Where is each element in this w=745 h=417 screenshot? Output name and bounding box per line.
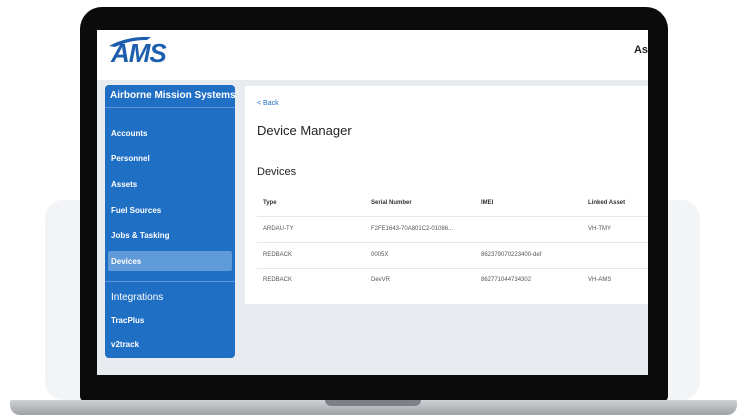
ams-logo[interactable]: AMS (111, 38, 167, 69)
cell-serial-number: DevVR (371, 277, 391, 283)
sidebar-item-assets[interactable]: Assets (111, 180, 137, 189)
sidebar: Airborne Mission Systems Accounts Person… (105, 85, 236, 358)
org-name: Airborne Mission Systems (110, 90, 236, 101)
cell-imei: 862771044734302 (481, 277, 532, 283)
cell-type: REDBACK (263, 252, 293, 258)
user-name[interactable]: As (634, 44, 648, 56)
column-header-linked-asset[interactable]: Linked Asset (588, 200, 625, 206)
sidebar-item-jobs-tasking[interactable]: Jobs & Tasking (111, 231, 170, 240)
page-title: Device Manager (257, 123, 352, 138)
cell-imei: 862379070223400-def (481, 252, 542, 258)
cell-serial-number: F2FE1643-70A801C2-01086... (371, 226, 454, 232)
sidebar-item-fuel-sources[interactable]: Fuel Sources (111, 206, 161, 215)
laptop-notch (325, 400, 421, 406)
table-divider (257, 216, 648, 217)
devices-heading: Devices (257, 166, 297, 178)
cell-type: ARDAU-TY (263, 226, 294, 232)
sidebar-divider (105, 281, 235, 282)
column-header-type[interactable]: Type (263, 200, 277, 206)
table-divider (257, 242, 648, 243)
sidebar-item-accounts[interactable]: Accounts (111, 129, 147, 138)
sidebar-divider (105, 107, 235, 108)
integrations-heading: Integrations (111, 292, 164, 303)
sidebar-item-v2track[interactable]: v2track (111, 340, 139, 349)
table-divider (257, 268, 648, 269)
column-header-serial-number[interactable]: Serial Number (371, 200, 412, 206)
back-link[interactable]: < Back (257, 100, 279, 107)
laptop-screen: AMS As Airborne Mission Systems Accounts… (97, 30, 648, 375)
cell-linked-asset: VH-AMS (588, 277, 612, 283)
sidebar-item-devices[interactable]: Devices (111, 257, 141, 266)
top-bar: AMS As (97, 30, 648, 80)
sidebar-item-tracplus[interactable]: TracPlus (111, 316, 144, 325)
cell-type: REDBACK (263, 277, 293, 283)
sidebar-item-personnel[interactable]: Personnel (111, 154, 150, 163)
main-panel: < Back Device Manager Devices Type Seria… (245, 86, 648, 304)
cell-linked-asset: VH-TMY (588, 226, 611, 232)
column-header-imei[interactable]: IMEI (481, 200, 493, 206)
cell-serial-number: 0005X (371, 252, 389, 258)
